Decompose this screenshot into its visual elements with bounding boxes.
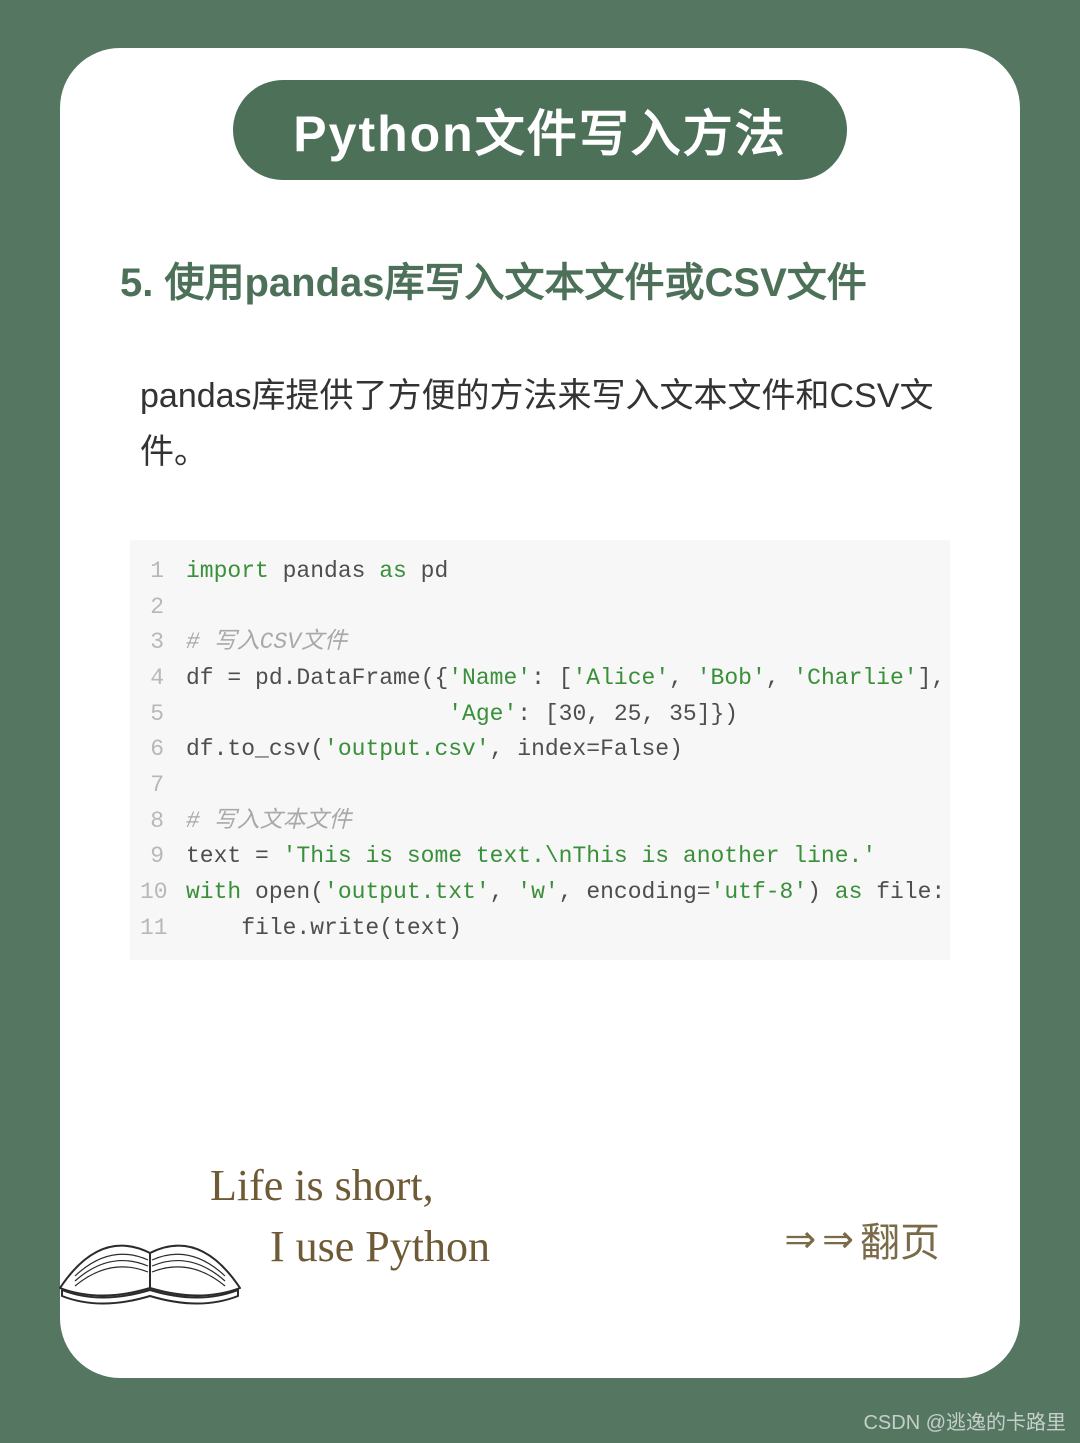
quote-line-2: I use Python: [270, 1216, 490, 1278]
open-book-icon: [40, 1158, 260, 1328]
code-line: 6df.to_csv('output.csv', index=False): [140, 732, 940, 768]
line-number: 4: [140, 661, 186, 697]
code-content: df.to_csv('output.csv', index=False): [186, 732, 940, 768]
page-title: Python文件写入方法: [293, 106, 786, 162]
line-number: 8: [140, 804, 186, 840]
watermark: CSDN @逃逸的卡路里: [863, 1406, 1066, 1435]
code-line: 4df = pd.DataFrame({'Name': ['Alice', 'B…: [140, 661, 940, 697]
line-number: 10: [140, 875, 186, 911]
section-body: pandas库提供了方便的方法来写入文本文件和CSV文件。: [140, 368, 940, 480]
line-number: 9: [140, 839, 186, 875]
code-content: # 写入CSV文件: [186, 625, 940, 661]
code-content: file.write(text): [186, 911, 940, 947]
code-line: 3# 写入CSV文件: [140, 625, 940, 661]
code-line: 8# 写入文本文件: [140, 804, 940, 840]
code-content: text = 'This is some text.\nThis is anot…: [186, 839, 940, 875]
line-number: 11: [140, 911, 186, 947]
line-number: 1: [140, 554, 186, 590]
content-card: Python文件写入方法 5. 使用pandas库写入文本文件或CSV文件 pa…: [60, 48, 1020, 1378]
line-number: 6: [140, 732, 186, 768]
code-block: 1import pandas as pd23# 写入CSV文件4df = pd.…: [130, 540, 950, 960]
code-line: 10with open('output.txt', 'w', encoding=…: [140, 875, 940, 911]
code-content: with open('output.txt', 'w', encoding='u…: [186, 875, 945, 911]
arrow-right-icon: ⇒: [822, 1217, 850, 1262]
code-content: [186, 768, 940, 804]
section-heading: 5. 使用pandas库写入文本文件或CSV文件: [120, 250, 1020, 308]
code-line: 1import pandas as pd: [140, 554, 940, 590]
page-turn[interactable]: ⇒ ⇒ 翻页: [784, 1210, 940, 1268]
code-line: 9text = 'This is some text.\nThis is ano…: [140, 839, 940, 875]
code-content: # 写入文本文件: [186, 804, 940, 840]
code-line: 7: [140, 768, 940, 804]
page-title-pill: Python文件写入方法: [233, 80, 846, 180]
code-content: [186, 590, 940, 626]
arrow-right-icon: ⇒: [784, 1217, 812, 1262]
code-content: 'Age': [30, 25, 35]}): [186, 697, 940, 733]
code-line: 5 'Age': [30, 25, 35]}): [140, 697, 940, 733]
code-line: 2: [140, 590, 940, 626]
code-content: import pandas as pd: [186, 554, 940, 590]
line-number: 5: [140, 697, 186, 733]
code-line: 11 file.write(text): [140, 911, 940, 947]
line-number: 3: [140, 625, 186, 661]
page-turn-label: 翻页: [860, 1210, 940, 1268]
line-number: 2: [140, 590, 186, 626]
code-content: df = pd.DataFrame({'Name': ['Alice', 'Bo…: [186, 661, 945, 697]
line-number: 7: [140, 768, 186, 804]
